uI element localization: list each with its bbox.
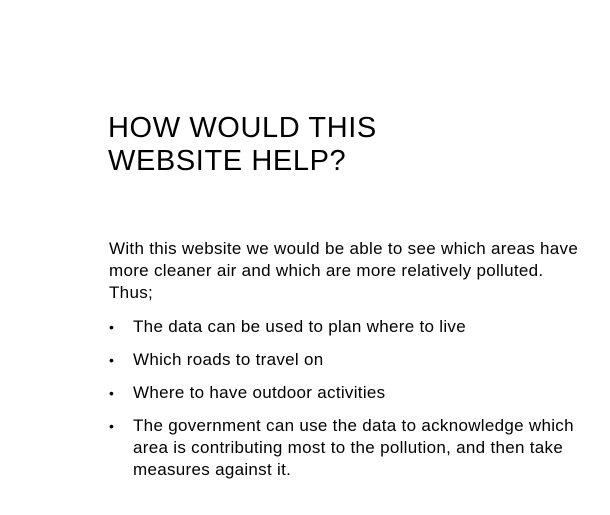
bullet-icon: • bbox=[109, 418, 115, 434]
slide-title-line-1: HOW WOULD THIS bbox=[108, 112, 377, 144]
bullet-icon: • bbox=[109, 352, 115, 368]
slide-title: HOW WOULD THIS WEBSITE HELP? bbox=[108, 112, 377, 178]
bullet-text: The government can use the data to ackno… bbox=[133, 416, 574, 479]
bullet-text: The data can be used to plan where to li… bbox=[133, 317, 466, 336]
bullet-item: • Which roads to travel on bbox=[109, 349, 579, 371]
bullet-text: Where to have outdoor activities bbox=[133, 383, 386, 402]
bullet-item: • Where to have outdoor activities bbox=[109, 382, 579, 404]
bullet-text: Which roads to travel on bbox=[133, 350, 324, 369]
bullet-item: • The government can use the data to ack… bbox=[109, 415, 579, 481]
bullet-list: • The data can be used to plan where to … bbox=[109, 316, 579, 492]
intro-paragraph: With this website we would be able to se… bbox=[109, 239, 579, 302]
slide: HOW WOULD THIS WEBSITE HELP? With this w… bbox=[0, 0, 610, 515]
bullet-icon: • bbox=[109, 385, 115, 401]
bullet-item: • The data can be used to plan where to … bbox=[109, 316, 579, 338]
bullet-icon: • bbox=[109, 319, 115, 335]
slide-title-line-2: WEBSITE HELP? bbox=[108, 145, 347, 177]
